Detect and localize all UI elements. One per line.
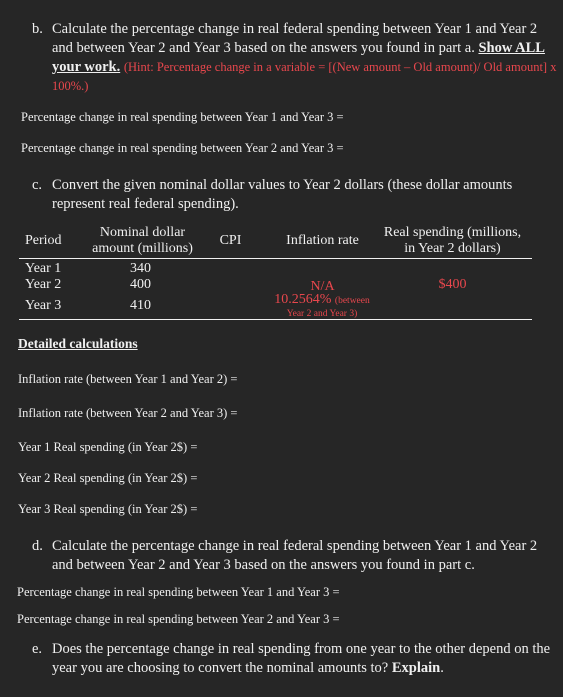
question-e: e. Does the percentage change in real sp… xyxy=(32,640,557,678)
explain-emphasis: Explain xyxy=(391,660,441,676)
hint-text-end: 100%.) xyxy=(52,79,89,93)
question-c-label: c. xyxy=(32,177,43,193)
table-header-rule xyxy=(19,258,532,259)
calc-item-1: Inflation rate (between Year 1 and Year … xyxy=(18,372,238,386)
row-2-nominal: 400 xyxy=(130,277,151,292)
row-2-period: Year 2 xyxy=(25,277,62,292)
header-period: Period xyxy=(25,233,62,248)
question-c-text-2: represent real federal spending). xyxy=(52,196,239,212)
header-nominal: Nominal dollar amount (millions) xyxy=(85,225,200,257)
calculations-heading: Detailed calculations xyxy=(18,336,138,351)
calc-item-3: Year 1 Real spending (in Year 2$) = xyxy=(18,440,198,454)
show-work-emphasis-2: your work. xyxy=(52,59,121,75)
answer-d-1: Percentage change in real spending betwe… xyxy=(17,585,340,599)
question-d-label: d. xyxy=(32,538,43,554)
answer-b-2: Percentage change in real spending betwe… xyxy=(21,141,344,155)
header-real-1: Real spending (millions, xyxy=(383,225,522,240)
question-b-text-1: Calculate the percentage change in real … xyxy=(52,21,538,37)
row-3-inflation-value: 10.2564% xyxy=(274,292,332,307)
question-e-label: e. xyxy=(32,641,43,657)
calc-item-5: Year 3 Real spending (in Year 2$) = xyxy=(18,502,198,516)
header-cpi: CPI xyxy=(219,233,242,248)
header-real-2: in Year 2 dollars) xyxy=(404,241,501,256)
row-3-inflation-note-1: (between xyxy=(334,296,370,306)
question-d-text-1: Calculate the percentage change in real … xyxy=(52,538,538,554)
answer-b-1: Percentage change in real spending betwe… xyxy=(21,110,344,124)
question-b-label: b. xyxy=(32,21,43,37)
row-3-period: Year 3 xyxy=(25,298,62,313)
answer-d-2: Percentage change in real spending betwe… xyxy=(17,612,340,626)
header-nominal-2: amount (millions) xyxy=(92,241,193,256)
question-c: c. Convert the given nominal dollar valu… xyxy=(32,176,552,214)
question-e-end: . xyxy=(440,660,444,676)
question-d-text-2: and between Year 2 and Year 3 based on t… xyxy=(52,557,475,573)
header-inflation: Inflation rate xyxy=(286,233,359,248)
question-e-text-1: Does the percentage change in real spend… xyxy=(52,641,551,657)
header-real: Real spending (millions, in Year 2 dolla… xyxy=(380,225,525,257)
question-b-text-2: and between Year 2 and Year 3 based on t… xyxy=(52,40,475,56)
question-b: b. Calculate the percentage change in re… xyxy=(32,20,556,96)
question-e-text-2: year you are choosing to convert the nom… xyxy=(52,660,389,676)
row-1-period: Year 1 xyxy=(25,261,62,276)
header-nominal-1: Nominal dollar xyxy=(99,225,186,240)
row-2-real: $400 xyxy=(438,277,467,292)
row-3-nominal: 410 xyxy=(130,298,151,313)
row-3-inflation: 10.2564% (between Year 2 and Year 3) xyxy=(272,293,372,320)
question-c-text-1: Convert the given nominal dollar values … xyxy=(52,177,513,193)
calc-item-4: Year 2 Real spending (in Year 2$) = xyxy=(18,471,198,485)
hint-text: (Hint: Percentage change in a variable =… xyxy=(123,60,557,74)
question-d: d. Calculate the percentage change in re… xyxy=(32,537,552,575)
show-work-emphasis: Show ALL xyxy=(478,40,545,56)
table-bottom-rule xyxy=(19,319,532,320)
calc-item-2: Inflation rate (between Year 2 and Year … xyxy=(18,406,238,420)
row-1-nominal: 340 xyxy=(130,261,151,276)
